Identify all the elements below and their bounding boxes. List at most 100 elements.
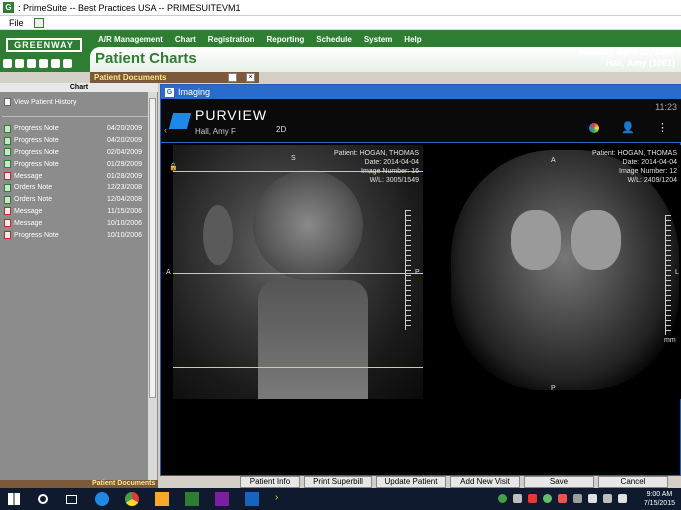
windows-start-icon[interactable]	[8, 493, 20, 505]
windows-taskbar: › 9:00 AM 7/15/2015	[0, 488, 681, 510]
search-icon[interactable]	[38, 494, 48, 504]
walk-icon[interactable]	[39, 59, 48, 68]
scale-ruler	[665, 215, 671, 335]
pen-icon[interactable]	[27, 59, 36, 68]
close-icon[interactable]: ×	[246, 73, 255, 82]
overlay-patient: Patient: HOGAN, THOMAS	[333, 150, 419, 157]
tray-network-icon[interactable]	[513, 494, 522, 503]
scale-ruler	[405, 210, 411, 330]
print-superbill-button[interactable]: Print Superbill	[304, 476, 372, 488]
chart-header: Chart	[0, 83, 158, 92]
document-row[interactable]: Progress Note 10/10/2006	[4, 229, 146, 241]
patella-shape	[203, 205, 233, 265]
chart-scrollbar[interactable]	[148, 92, 157, 480]
word-icon[interactable]	[245, 492, 259, 506]
overlay-window-level: W/L: 2409/1204	[627, 177, 677, 184]
back-chevron-icon[interactable]: ‹	[164, 125, 167, 135]
purview-app-name: PURVIEW	[195, 107, 268, 123]
view-mode-toggle[interactable]: 2D	[276, 125, 286, 134]
restore-icon[interactable]	[228, 73, 237, 82]
document-row[interactable]: Orders Note 12/23/2008	[4, 182, 146, 194]
more-options-icon[interactable]: ⋮	[657, 121, 668, 134]
document-row[interactable]: Progress Note 04/20/2009	[4, 123, 146, 135]
purview-patient-name: Hall, Amy F	[195, 127, 236, 136]
add-new-visit-button[interactable]: Add New Visit	[450, 476, 520, 488]
system-tray-icons	[498, 494, 627, 503]
menu-ar-management[interactable]: A/R Management	[98, 35, 163, 44]
group-icon[interactable]	[63, 59, 72, 68]
document-row[interactable]: Message 10/10/2006	[4, 217, 146, 229]
add-user-icon[interactable]: 👤	[621, 121, 635, 134]
document-name: Orders Note	[14, 184, 53, 192]
tibia-shape	[258, 280, 368, 399]
purview-logo-icon	[168, 113, 192, 129]
document-row[interactable]: Progress Note 02/04/2009	[4, 147, 146, 159]
menu-system[interactable]: System	[364, 35, 392, 44]
purview-tools: 👤 ⋮	[589, 121, 668, 134]
document-row[interactable]: Progress Note 01/29/2009	[4, 158, 146, 170]
menu-file[interactable]: File	[9, 18, 24, 28]
greenway-logo: GREENWAY	[6, 38, 82, 52]
chevron-right-icon[interactable]: ›	[275, 492, 289, 506]
patient-documents-title: Patient Documents	[94, 73, 167, 82]
lock-icon[interactable]: 🔓	[169, 163, 178, 171]
document-icon	[4, 124, 11, 133]
tray-volume-icon[interactable]	[618, 494, 627, 503]
header-info: Monday, April 27, 2009 Hall, Amy (1061)	[579, 47, 675, 69]
mri-viewport-axial[interactable]: Patient: HOGAN, THOMAS Date: 2014-04-04 …	[451, 145, 681, 399]
tray-sync-icon[interactable]	[543, 494, 552, 503]
menu-help[interactable]: Help	[404, 35, 421, 44]
document-icon	[4, 148, 11, 157]
toolbar-app-icon[interactable]	[33, 17, 44, 28]
cancel-button[interactable]: Cancel	[598, 476, 668, 488]
save-button[interactable]: Save	[524, 476, 594, 488]
window-title: : PrimeSuite -- Best Practices USA -- PR…	[18, 2, 241, 13]
document-row[interactable]: Orders Note 12/04/2008	[4, 194, 146, 206]
document-date: 12/04/2008	[106, 196, 142, 204]
document-icon[interactable]	[51, 59, 60, 68]
overlay-image-number: Image Number: 12	[619, 168, 677, 175]
file-explorer-icon[interactable]	[155, 492, 169, 506]
document-name: Progress Note	[14, 160, 59, 168]
imaging-title: Imaging	[178, 87, 211, 97]
menu-schedule[interactable]: Schedule	[316, 35, 352, 44]
document-name: Progress Note	[14, 137, 59, 145]
document-row[interactable]: Progress Note 04/20/2009	[4, 135, 146, 147]
menu-registration[interactable]: Registration	[208, 35, 255, 44]
mri-axial-image	[451, 150, 679, 390]
view-patient-history-link[interactable]: View Patient History	[4, 98, 77, 106]
document-row[interactable]: Message 11/15/2006	[4, 206, 146, 218]
menu-reporting[interactable]: Reporting	[266, 35, 304, 44]
mri-viewport-sagittal[interactable]: Patient: HOGAN, THOMAS Date: 2014-04-04 …	[161, 145, 423, 399]
clock-time: 9:00 AM	[646, 491, 673, 498]
document-row[interactable]: Message 01/28/2009	[4, 170, 146, 182]
document-name: Progress Note	[14, 148, 59, 156]
onenote-icon[interactable]	[215, 492, 229, 506]
tray-app-icon[interactable]	[528, 494, 537, 503]
tray-alert-icon[interactable]	[558, 494, 567, 503]
excel-icon[interactable]	[185, 492, 199, 506]
chrome-icon[interactable]	[125, 492, 139, 506]
tray-cloud-icon[interactable]	[588, 494, 597, 503]
message-icon	[4, 207, 11, 216]
tray-status-icon[interactable]	[498, 494, 507, 503]
taskbar-clock[interactable]: 9:00 AM 7/15/2015	[644, 490, 675, 508]
document-date: 12/23/2008	[106, 184, 142, 192]
edge-browser-icon[interactable]	[95, 492, 109, 506]
document-name: Orders Note	[14, 196, 53, 204]
update-patient-info-button[interactable]: Update Patient Info	[376, 476, 446, 496]
document-date: 01/29/2009	[106, 160, 142, 168]
condyle-shape	[511, 210, 561, 270]
people-icon[interactable]	[3, 59, 12, 68]
tray-settings-icon[interactable]	[573, 494, 582, 503]
tray-display-icon[interactable]	[603, 494, 612, 503]
orientation-right: L	[675, 269, 679, 276]
menu-chart[interactable]: Chart	[175, 35, 196, 44]
task-view-icon[interactable]	[66, 494, 77, 504]
color-palette-icon[interactable]	[589, 122, 600, 133]
patient-info-button[interactable]: Patient Info	[240, 476, 300, 488]
info-icon[interactable]	[15, 59, 24, 68]
document-icon	[4, 160, 11, 169]
orientation-top: A	[551, 157, 556, 164]
scrollbar-thumb[interactable]	[149, 98, 156, 398]
